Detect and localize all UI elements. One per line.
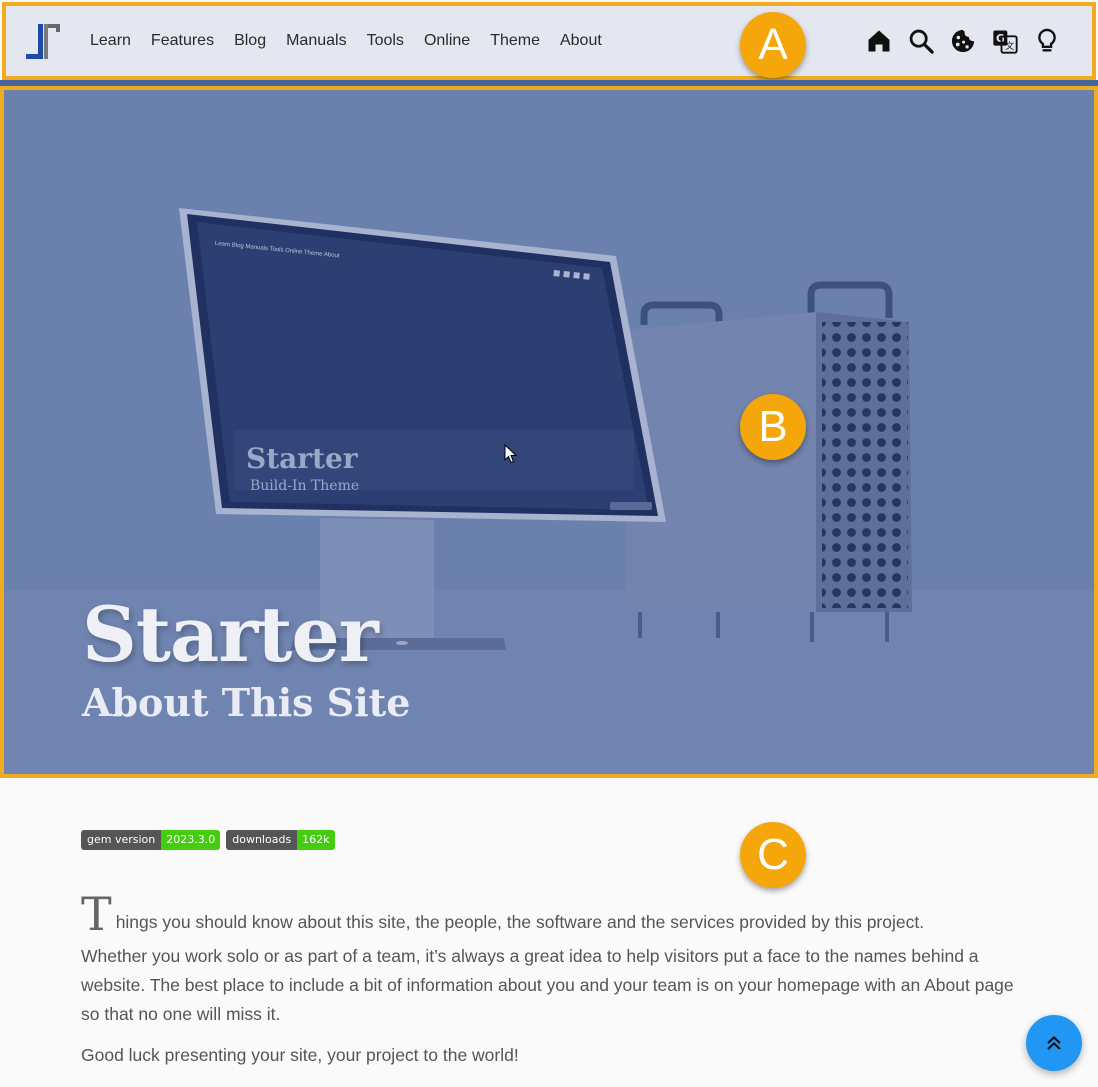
region-marker-c: C [740, 822, 806, 888]
closing-paragraph: Good luck presenting your site, your pro… [81, 1045, 519, 1065]
quick-links: G 文 [852, 6, 1062, 76]
gem-version-badge[interactable]: gem version 2023.3.0 [81, 830, 221, 850]
body-paragraph: Whether you work solo or as part of a te… [81, 946, 1014, 1024]
hero-subtitle: About This Site [82, 680, 411, 725]
hero-banner: Learn Blog Manuals Tools Online Theme Ab… [0, 86, 1098, 778]
nav-online[interactable]: Online [424, 32, 470, 50]
badge-value: 2023.3.0 [161, 830, 221, 850]
main-menu: Learn Features Blog Manuals Tools Online… [90, 6, 622, 76]
badge-label: downloads [226, 830, 298, 850]
nav-features[interactable]: Features [151, 32, 214, 50]
mouse-cursor-icon [504, 444, 518, 464]
intro-paragraph: T hings you should know about this site,… [81, 887, 1021, 941]
site-logo[interactable] [22, 20, 62, 62]
nav-theme[interactable]: Theme [490, 32, 540, 50]
nav-blog[interactable]: Blog [234, 32, 266, 50]
translate-icon[interactable]: G 文 [990, 26, 1020, 56]
intro-text: hings you should know about this site, t… [115, 912, 925, 932]
badge-row: gem version 2023.3.0 downloads 162k [81, 830, 1021, 850]
region-marker-b: B [740, 394, 806, 460]
search-icon[interactable] [906, 26, 936, 56]
badge-value: 162k [297, 830, 335, 850]
back-to-top-button[interactable] [1026, 1015, 1082, 1071]
lightbulb-icon[interactable] [1032, 26, 1062, 56]
nav-manuals[interactable]: Manuals [286, 32, 346, 50]
page-content: gem version 2023.3.0 downloads 162k T hi… [81, 830, 1021, 1070]
downloads-badge[interactable]: downloads 162k [226, 830, 335, 850]
home-icon[interactable] [864, 26, 894, 56]
hero-title: Starter [82, 590, 379, 679]
cookie-icon[interactable] [948, 26, 978, 56]
region-marker-a: A [740, 12, 806, 78]
nav-about[interactable]: About [560, 32, 602, 50]
nav-tools[interactable]: Tools [367, 32, 404, 50]
double-chevron-up-icon [1047, 1036, 1061, 1050]
svg-text:G: G [996, 33, 1005, 45]
badge-label: gem version [81, 830, 162, 850]
svg-text:文: 文 [1005, 40, 1014, 52]
drop-cap: T [81, 887, 112, 941]
nav-learn[interactable]: Learn [90, 32, 131, 50]
top-navbar: Learn Features Blog Manuals Tools Online… [2, 2, 1096, 80]
screen-title: Starter [246, 442, 359, 475]
screen-subtitle: Build-In Theme [250, 478, 359, 494]
